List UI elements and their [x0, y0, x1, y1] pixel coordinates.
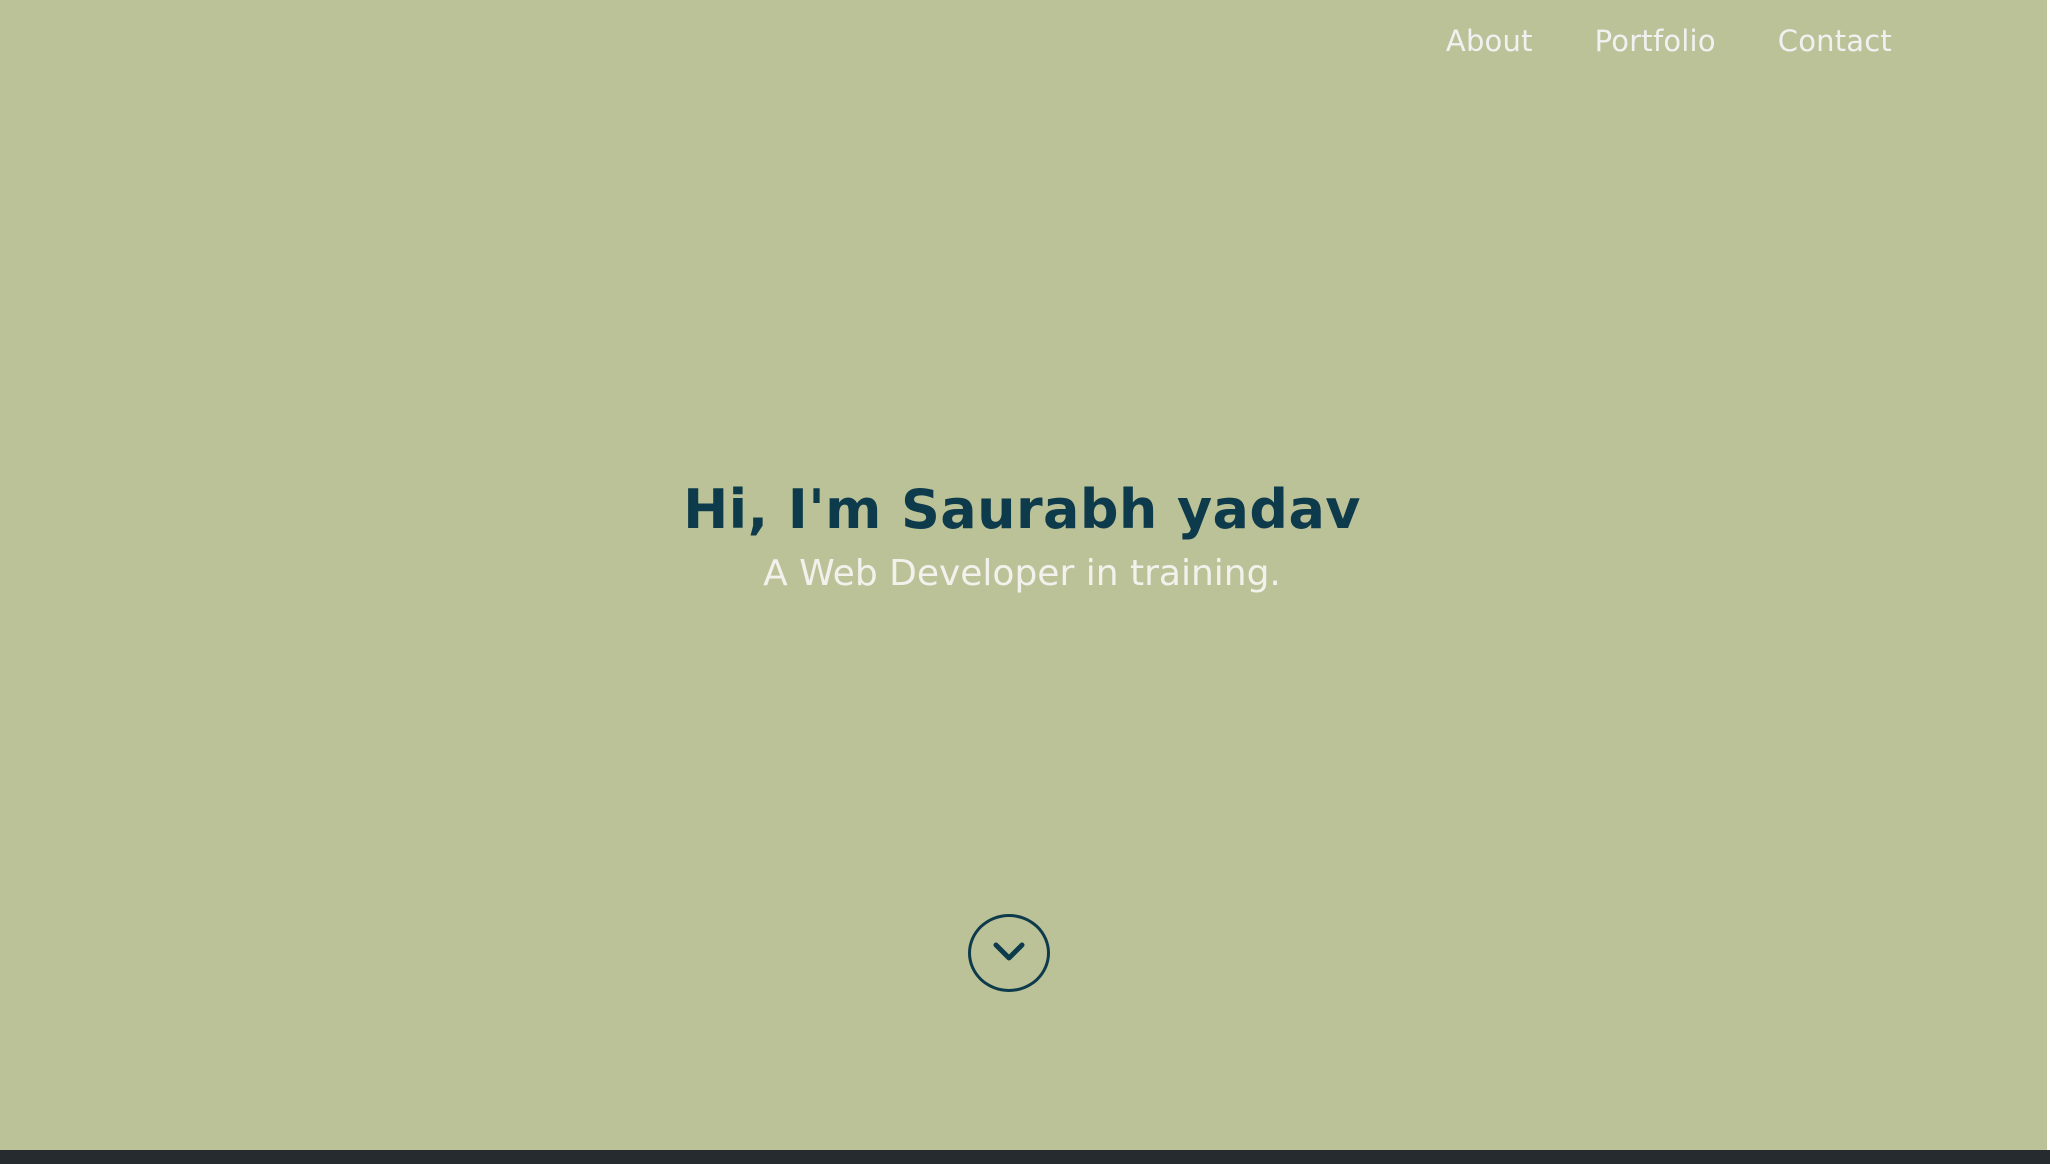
- nav-link-portfolio[interactable]: Portfolio: [1595, 20, 1716, 62]
- portfolio-page: About Portfolio Contact Hi, I'm Saurabh …: [0, 0, 2050, 1164]
- nav-link-about[interactable]: About: [1446, 20, 1533, 62]
- hero-subtitle: A Web Developer in training.: [763, 553, 1281, 594]
- hero-section: Hi, I'm Saurabh yadav A Web Developer in…: [0, 472, 2044, 598]
- scroll-down-button[interactable]: [968, 914, 1050, 992]
- hero-title: Hi, I'm Saurabh yadav: [683, 478, 1361, 541]
- nav-link-contact[interactable]: Contact: [1778, 20, 1892, 62]
- top-navigation: About Portfolio Contact: [1446, 20, 1892, 62]
- chevron-down-icon: [992, 941, 1026, 965]
- status-bar: [0, 1150, 2050, 1164]
